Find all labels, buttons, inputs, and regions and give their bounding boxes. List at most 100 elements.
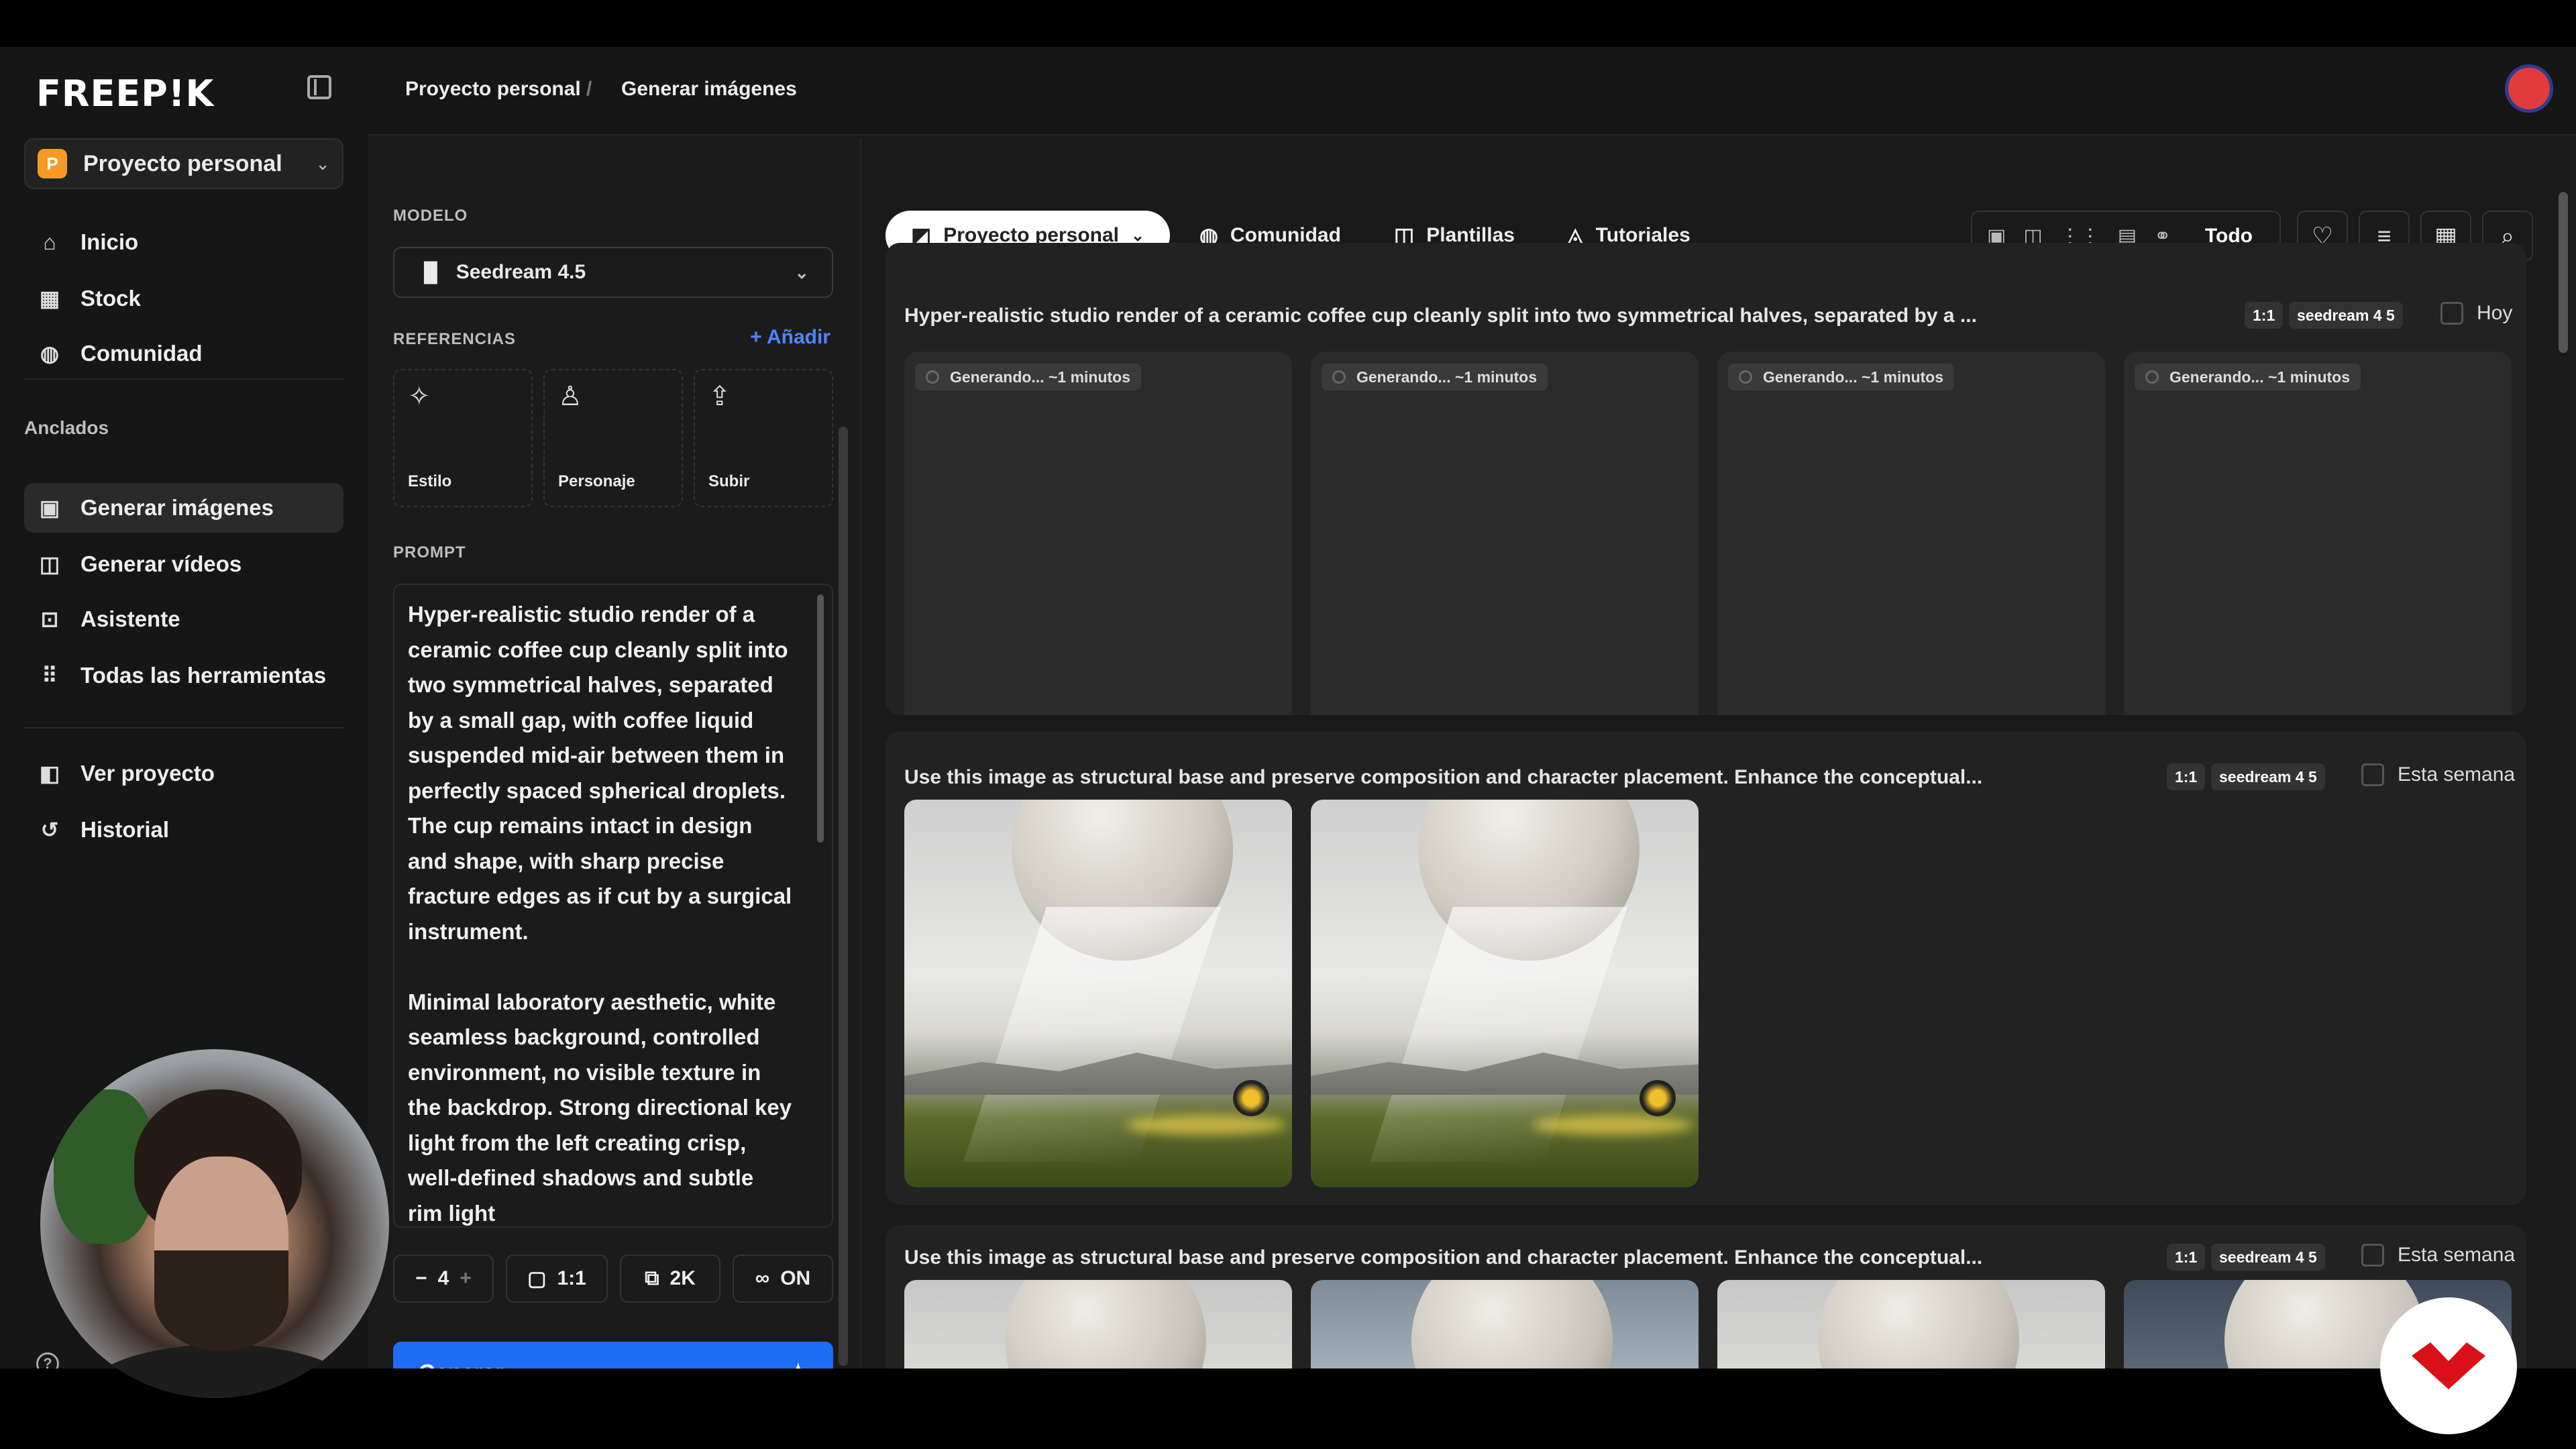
references-label: REFERENCIAS	[393, 330, 517, 348]
date-label: Esta semana	[2398, 1244, 2516, 1266]
generating-tile[interactable]: Generando... ~1 minutos	[904, 352, 1292, 715]
webcam-shirt	[80, 1344, 362, 1398]
mode-value: ON	[780, 1267, 811, 1289]
breadcrumb-project[interactable]: Proyecto personal	[405, 78, 581, 101]
sidebar-item-generar-videos[interactable]: ◫ Generar vídeos	[24, 539, 343, 589]
date-selector[interactable]: Esta semana	[2361, 763, 2515, 786]
image-orb	[1233, 1080, 1269, 1116]
aspect-ratio-value: 1:1	[557, 1267, 586, 1289]
select-checkbox[interactable]	[2361, 1244, 2384, 1267]
prompt-text: Hyper-realistic studio render of a ceram…	[408, 602, 792, 1226]
generating-status: Generando... ~1 minutos	[2135, 364, 2361, 390]
freepik-logo[interactable]: FREEP!K	[36, 72, 214, 115]
resolution-button[interactable]: ⧉ 2K	[620, 1254, 720, 1303]
generating-tile[interactable]: Generando... ~1 minutos	[1311, 352, 1699, 715]
sidebar-item-todas-herramientas[interactable]: ⠿ Todas las herramientas	[24, 651, 343, 700]
reference-style-card[interactable]: ✧ Estilo	[393, 369, 533, 507]
reference-label: Personaje	[558, 472, 635, 490]
sidebar-divider	[24, 727, 343, 729]
group-prompt-title[interactable]: Use this image as structural base and pr…	[904, 766, 1982, 789]
resolution-value: 2K	[669, 1267, 696, 1289]
prompt-textarea[interactable]: Hyper-realistic studio render of a ceram…	[393, 584, 833, 1228]
date-selector[interactable]: Esta semana	[2361, 1244, 2515, 1267]
project-name: Proyecto personal	[83, 150, 282, 176]
generation-panel: MODELO ▐▌ Seedream 4.5 ⌄ REFERENCIAS + A…	[370, 138, 861, 1368]
sidebar-item-label: Stock	[80, 286, 141, 311]
add-reference-link[interactable]: + Añadir	[750, 326, 830, 349]
image-glow	[1532, 1115, 1693, 1135]
gallery-scrollbar[interactable]	[2559, 192, 2568, 353]
project-selector[interactable]: P Proyecto personal ⌄	[24, 138, 343, 189]
group-prompt-title[interactable]: Hyper-realistic studio render of a ceram…	[904, 305, 1977, 327]
bar-chart-icon: ▐▌	[417, 262, 444, 282]
chevron-down-icon: ⌄	[794, 262, 809, 282]
sidebar-item-label: Inicio	[80, 229, 139, 254]
mode-toggle[interactable]: ∞ ON	[733, 1254, 833, 1303]
reference-upload-card[interactable]: ⇪ Subir	[694, 369, 833, 507]
image-count-stepper[interactable]: − 4 +	[393, 1254, 494, 1303]
home-icon: ⌂	[43, 229, 56, 254]
generation-group: Use this image as structural base and pr…	[885, 1225, 2526, 1368]
square-icon: ▢	[527, 1267, 547, 1290]
avatar[interactable]	[2505, 64, 2553, 113]
channel-logo	[2380, 1297, 2517, 1434]
select-checkbox[interactable]	[2361, 763, 2384, 786]
generating-status: Generando... ~1 minutos	[1728, 364, 1955, 390]
reference-character-card[interactable]: ♙ Personaje	[543, 369, 683, 507]
upload-icon: ⇪	[708, 382, 731, 411]
generated-image[interactable]	[904, 800, 1292, 1187]
history-icon: ↺	[40, 818, 59, 842]
ratio-chip: 1:1	[2245, 302, 2284, 329]
top-bar: Proyecto personal / Generar imágenes	[368, 47, 2576, 136]
project-badge: P	[38, 149, 67, 178]
webcam-overlay	[40, 1049, 389, 1398]
apps-grid-icon: ⠿	[42, 663, 58, 688]
help-icon[interactable]: ?	[36, 1352, 59, 1368]
generated-image[interactable]	[1717, 1280, 2105, 1368]
select-checkbox[interactable]	[2440, 302, 2463, 325]
sidebar-collapse-icon[interactable]	[307, 75, 331, 99]
generated-image[interactable]	[904, 1280, 1292, 1368]
sidebar-item-inicio[interactable]: ⌂ Inicio	[24, 217, 343, 267]
style-icon: ✧	[408, 382, 431, 411]
model-select[interactable]: ▐▌ Seedream 4.5 ⌄	[393, 247, 833, 298]
generation-group: Hyper-realistic studio render of a ceram…	[885, 243, 2526, 715]
image-moon	[1411, 1280, 1613, 1368]
sidebar-item-historial[interactable]: ↺ Historial	[24, 805, 343, 855]
breadcrumb-page: Generar imágenes	[621, 78, 797, 100]
sidebar-item-stock[interactable]: ▦ Stock	[24, 274, 343, 323]
aspect-ratio-button[interactable]: ▢ 1:1	[506, 1254, 608, 1303]
sidebar-item-asistente[interactable]: ⊡ Asistente	[24, 594, 343, 644]
group-prompt-title[interactable]: Use this image as structural base and pr…	[904, 1246, 1982, 1269]
plus-icon[interactable]: +	[460, 1267, 472, 1290]
model-chip: seedream 4 5	[2289, 302, 2403, 329]
image-icon: ▣	[39, 496, 60, 520]
resize-icon: ⧉	[645, 1267, 659, 1289]
sidebar-item-label: Generar imágenes	[80, 495, 274, 520]
sidebar-item-generar-imagenes[interactable]: ▣ Generar imágenes	[24, 483, 343, 533]
panel-scrollbar[interactable]	[839, 427, 848, 1366]
date-label: Hoy	[2477, 302, 2513, 324]
grid-icon: ▦	[39, 286, 60, 311]
project-icon: ◧	[39, 761, 60, 786]
minus-icon[interactable]: −	[415, 1267, 427, 1290]
model-chip: seedream 4 5	[2211, 1244, 2325, 1271]
date-selector[interactable]: Hoy	[2440, 302, 2512, 325]
generated-image[interactable]	[1311, 1280, 1699, 1368]
app-window: FREEP!K P Proyecto personal ⌄ ⌂ Inicio ▦…	[0, 47, 2576, 1368]
webcam-beard	[154, 1250, 288, 1351]
generating-tile[interactable]: Generando... ~1 minutos	[1717, 352, 2105, 715]
model-chip: seedream 4 5	[2211, 763, 2325, 790]
sidebar-item-label: Historial	[80, 817, 170, 842]
image-orb	[1640, 1080, 1676, 1116]
generated-image[interactable]	[1311, 800, 1699, 1187]
sidebar-item-label: Generar vídeos	[80, 551, 242, 576]
image-count-value: 4	[437, 1267, 449, 1289]
sidebar-item-comunidad[interactable]: ◍ Comunidad	[24, 329, 343, 378]
model-value: Seedream 4.5	[455, 261, 586, 283]
prompt-scrollbar[interactable]	[817, 594, 824, 843]
reference-label: Subir	[708, 472, 750, 490]
sidebar-item-ver-proyecto[interactable]: ◧ Ver proyecto	[24, 749, 343, 798]
generate-button[interactable]: Generar ✦	[393, 1342, 833, 1368]
generating-tile[interactable]: Generando... ~1 minutos	[2124, 352, 2512, 715]
